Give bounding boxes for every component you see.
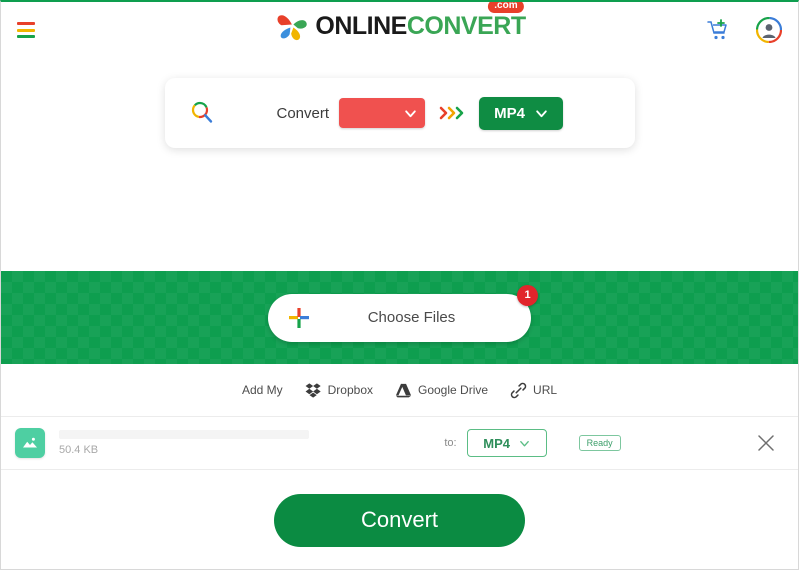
chevron-down-icon xyxy=(536,109,547,117)
logo-text-online: ONLINE xyxy=(315,11,407,40)
source-format-dropdown[interactable] xyxy=(339,98,426,128)
source-google-drive-label: Google Drive xyxy=(418,383,489,397)
file-name xyxy=(59,430,309,439)
source-dropbox[interactable]: Dropbox xyxy=(305,382,373,399)
source-google-drive[interactable]: Google Drive xyxy=(395,382,488,399)
file-sources-row: Add My Dropbox Google Drive URL xyxy=(1,364,798,416)
chevron-down-icon xyxy=(405,109,416,117)
add-my-text: Add My xyxy=(241,383,283,397)
file-target-controls: to: MP4 Ready xyxy=(444,429,621,457)
target-format-dropdown[interactable]: MP4 xyxy=(479,96,564,130)
header-actions xyxy=(706,17,782,43)
hamburger-bar-green xyxy=(17,35,35,38)
chevron-down-icon xyxy=(520,440,529,446)
logo-wordmark: ONLINECONVERT .com xyxy=(315,2,526,40)
convert-label: Convert xyxy=(276,104,330,122)
link-icon xyxy=(510,382,527,398)
status-badge: Ready xyxy=(578,435,621,451)
choose-files-button[interactable]: Choose Files 1 xyxy=(268,284,538,342)
google-drive-icon xyxy=(395,383,412,397)
file-count-badge: 1 xyxy=(517,284,538,306)
source-dropbox-label: Dropbox xyxy=(327,383,373,397)
shopping-cart-add-icon[interactable] xyxy=(706,18,730,42)
target-format-value: MP4 xyxy=(494,104,525,122)
hamburger-bar-red xyxy=(17,22,35,25)
convert-action-section: Convert xyxy=(1,470,798,569)
add-my-label: Add My xyxy=(242,383,283,397)
close-x-icon[interactable] xyxy=(756,433,776,453)
convert-button[interactable]: Convert xyxy=(274,493,525,547)
site-header: ONLINECONVERT .com xyxy=(1,2,798,58)
source-url[interactable]: URL xyxy=(510,382,557,399)
search-icon[interactable] xyxy=(189,100,215,126)
add-plus-icon xyxy=(289,307,309,328)
logo-dotcom-badge: .com xyxy=(488,2,524,13)
file-dropzone[interactable]: Choose Files 1 xyxy=(1,271,798,364)
site-logo[interactable]: ONLINECONVERT .com xyxy=(273,2,526,44)
hamburger-menu-icon[interactable] xyxy=(17,22,37,38)
file-target-format-dropdown[interactable]: MP4 xyxy=(466,429,547,457)
image-file-icon xyxy=(23,437,37,448)
source-url-label: URL xyxy=(533,383,558,397)
file-target-format-value: MP4 xyxy=(483,435,510,451)
file-info: 50.4 KB xyxy=(59,430,309,456)
hamburger-bar-yellow xyxy=(17,28,35,32)
app-window: ONLINECONVERT .com Convert MP4 Choose Fi… xyxy=(0,0,799,570)
dropbox-icon xyxy=(305,382,321,398)
choose-files-label: Choose Files xyxy=(367,309,456,326)
user-avatar-icon[interactable] xyxy=(756,17,782,43)
file-thumbnail xyxy=(15,428,45,458)
file-size: 50.4 KB xyxy=(59,444,99,456)
to-label: to: xyxy=(444,437,457,449)
file-list-row: 50.4 KB to: MP4 Ready xyxy=(1,416,798,470)
convert-search-card: Convert MP4 xyxy=(164,78,635,148)
logo-text-convert: CONVERT xyxy=(406,11,526,40)
pinwheel-logo-icon xyxy=(277,15,307,41)
triple-chevron-right-icon xyxy=(439,106,464,120)
search-section: Convert MP4 xyxy=(1,58,798,271)
